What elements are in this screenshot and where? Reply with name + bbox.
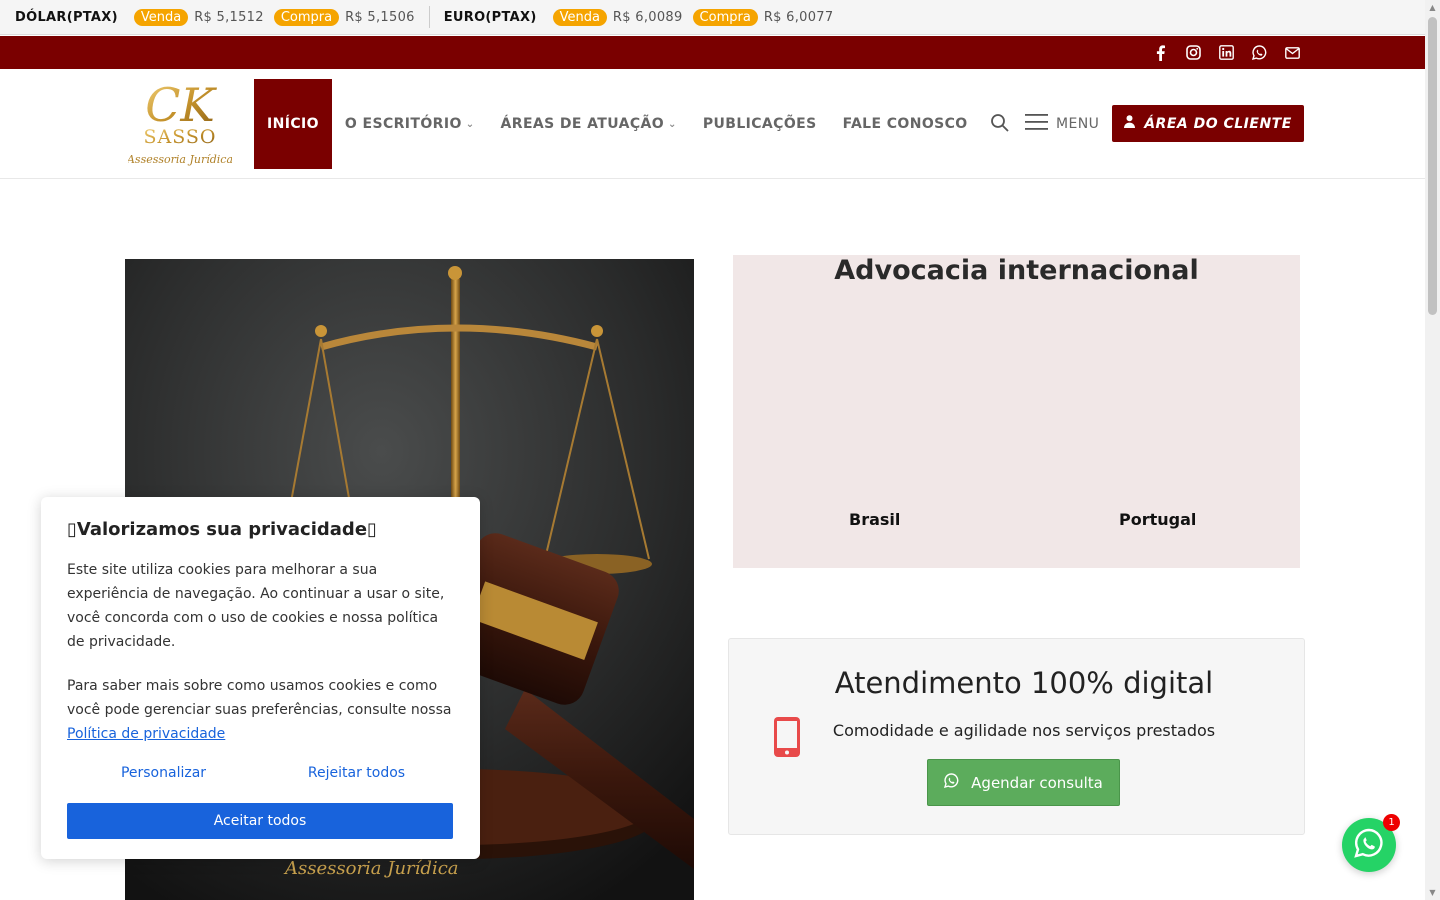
international-title: Advocacia internacional: [834, 255, 1199, 286]
dolar-sell-value: R$ 5,1512: [194, 9, 264, 25]
schedule-consultation-label: Agendar consulta: [971, 773, 1103, 792]
site-header: CK SASSO Assessoria Jurídica INÍCIO O ES…: [0, 69, 1425, 179]
notification-badge: 1: [1383, 814, 1400, 831]
accept-all-button[interactable]: Aceitar todos: [67, 803, 453, 839]
facebook-icon[interactable]: [1151, 44, 1169, 62]
digital-title: Atendimento 100% digital: [834, 666, 1214, 700]
cookie-text-1: Este site utiliza cookies para melhorar …: [67, 562, 445, 650]
euro-sell-badge: Venda: [552, 8, 607, 26]
whatsapp-icon[interactable]: [1250, 44, 1268, 62]
client-area-label: ÁREA DO CLIENTE: [1144, 115, 1292, 132]
client-area-button[interactable]: ÁREA DO CLIENTE: [1112, 105, 1304, 142]
search-icon[interactable]: [990, 113, 1010, 133]
menu-label: MENU: [1056, 116, 1100, 132]
scrollbar-thumb[interactable]: [1428, 17, 1437, 315]
user-icon: [1124, 115, 1136, 132]
page-scrollbar[interactable]: ▲ ▼: [1425, 0, 1440, 900]
dolar-buy-value: R$ 5,1506: [345, 9, 415, 25]
scroll-down-icon[interactable]: ▼: [1428, 888, 1437, 897]
svg-text:SASSO: SASSO: [143, 126, 216, 148]
mobile-phone-icon: [773, 716, 801, 758]
linkedin-icon[interactable]: [1217, 44, 1235, 62]
ticker-divider: [428, 6, 430, 28]
page: DÓLAR(PTAX) Venda R$ 5,1512 Compra R$ 5,…: [0, 0, 1440, 900]
euro-sell-value: R$ 6,0089: [612, 9, 683, 25]
site-logo[interactable]: CK SASSO Assessoria Jurídica: [126, 77, 233, 169]
digital-subtitle: Comodidade e agilidade nos serviços pres…: [832, 721, 1216, 740]
nav-item-inicio[interactable]: INÍCIO: [254, 79, 332, 169]
whatsapp-icon: [944, 773, 959, 792]
nav-item-publicacoes[interactable]: PUBLICAÇÕES: [690, 79, 830, 169]
cookie-consent-dialog: ▯Valorizamos sua privacidade▯ Este site …: [41, 497, 480, 859]
whatsapp-float-button[interactable]: 1: [1342, 814, 1400, 872]
customize-button[interactable]: Personalizar: [67, 765, 260, 781]
euro-label: EURO(PTAX): [443, 9, 537, 25]
svg-text:Assessoria Jurídica: Assessoria Jurídica: [283, 858, 459, 879]
cookie-title: ▯Valorizamos sua privacidade▯: [67, 519, 377, 540]
menu-toggle-button[interactable]: MENU: [1025, 113, 1099, 135]
dolar-label: DÓLAR(PTAX): [15, 9, 118, 25]
nav-item-areas[interactable]: ÁREAS DE ATUAÇÃO ⌄: [488, 79, 690, 169]
chevron-down-icon: ⌄: [668, 118, 677, 130]
cookie-text-2: Para saber mais sobre como usamos cookie…: [67, 678, 452, 742]
dolar-buy-badge: Compra: [273, 8, 340, 26]
hamburger-icon: [1025, 113, 1048, 135]
country-brasil: Brasil: [849, 510, 901, 529]
nav-item-escritorio[interactable]: O ESCRITÓRIO ⌄: [332, 79, 488, 169]
mail-icon[interactable]: [1283, 44, 1301, 62]
euro-buy-value: R$ 6,0077: [763, 9, 834, 25]
privacy-policy-link[interactable]: Política de privacidade: [67, 726, 225, 742]
whatsapp-icon: [1354, 828, 1384, 862]
digital-service-card: Atendimento 100% digital Comodidade e ag…: [728, 638, 1305, 835]
main-nav: INÍCIO O ESCRITÓRIO ⌄ ÁREAS DE ATUAÇÃO ⌄ P…: [254, 79, 981, 169]
social-bar: [0, 36, 1425, 69]
country-portugal: Portugal: [1119, 510, 1197, 529]
international-section: Advocacia internacional Brasil Portugal: [733, 255, 1300, 568]
currency-ticker: DÓLAR(PTAX) Venda R$ 5,1512 Compra R$ 5,…: [0, 0, 1425, 35]
dolar-sell-badge: Venda: [133, 8, 189, 26]
social-icons: [1151, 36, 1301, 69]
svg-text:Assessoria Jurídica: Assessoria Jurídica: [128, 153, 232, 166]
nav-item-fale-conosco[interactable]: FALE CONOSCO: [830, 79, 981, 169]
euro-buy-badge: Compra: [692, 8, 758, 26]
instagram-icon[interactable]: [1184, 44, 1202, 62]
schedule-consultation-button[interactable]: Agendar consulta: [927, 759, 1120, 806]
scroll-up-icon[interactable]: ▲: [1428, 3, 1437, 12]
cookie-secondary-actions: Personalizar Rejeitar todos: [67, 765, 453, 781]
svg-text:CK: CK: [145, 78, 217, 132]
chevron-down-icon: ⌄: [465, 118, 475, 130]
reject-all-button[interactable]: Rejeitar todos: [260, 765, 453, 781]
